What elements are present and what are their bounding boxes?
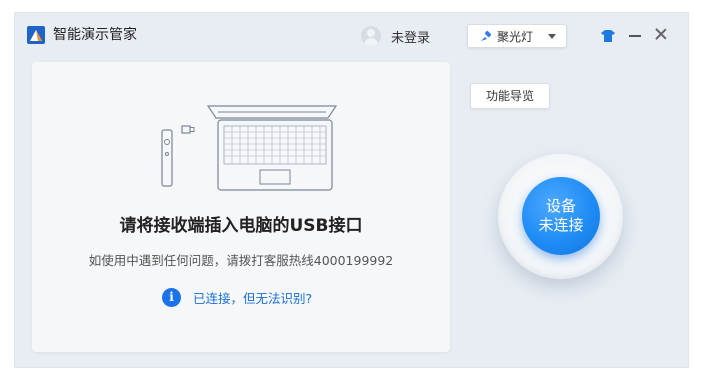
spotlight-pointer-icon (481, 30, 492, 41)
device-status-line2: 未连接 (538, 216, 584, 234)
app-logo-icon (27, 26, 45, 44)
mode-dropdown[interactable]: 聚光灯 (467, 24, 567, 48)
login-status-label: 未登录 (391, 30, 431, 46)
mode-selected-label: 聚光灯 (497, 29, 534, 44)
connection-guide-panel: 请将接收端插入电脑的USB接口 如使用中遇到任何问题，请拨打客服热线400019… (32, 62, 450, 352)
device-status-line1: 设备 (545, 197, 576, 215)
laptop-illustration (206, 105, 338, 191)
login-area[interactable]: 未登录 (361, 25, 430, 47)
close-icon[interactable] (655, 28, 667, 40)
help-link-text: 已连接，但无法识别? (193, 291, 313, 306)
device-status-button[interactable]: 设备 未连接 (522, 177, 600, 255)
avatar-icon (361, 26, 381, 46)
app-window: 智能演示管家 未登录 聚光灯 请将接收端插入电脑的USB接口 如使用中遇到任何问… (14, 12, 689, 368)
app-title: 智能演示管家 (53, 27, 137, 43)
feature-tour-button[interactable]: 功能导览 (470, 83, 550, 109)
support-hotline-text: 如使用中遇到任何问题，请拨打客服热线4000199992 (88, 253, 394, 268)
chevron-down-icon (548, 33, 556, 39)
tshirt-icon[interactable] (601, 30, 615, 42)
minimize-icon[interactable] (629, 27, 641, 43)
info-icon: i (162, 288, 181, 307)
title-bar: 智能演示管家 未登录 聚光灯 (15, 13, 688, 55)
usb-instruction-title: 请将接收端插入电脑的USB接口 (119, 216, 363, 236)
recognition-help-link[interactable]: i 已连接，但无法识别? (162, 288, 312, 307)
